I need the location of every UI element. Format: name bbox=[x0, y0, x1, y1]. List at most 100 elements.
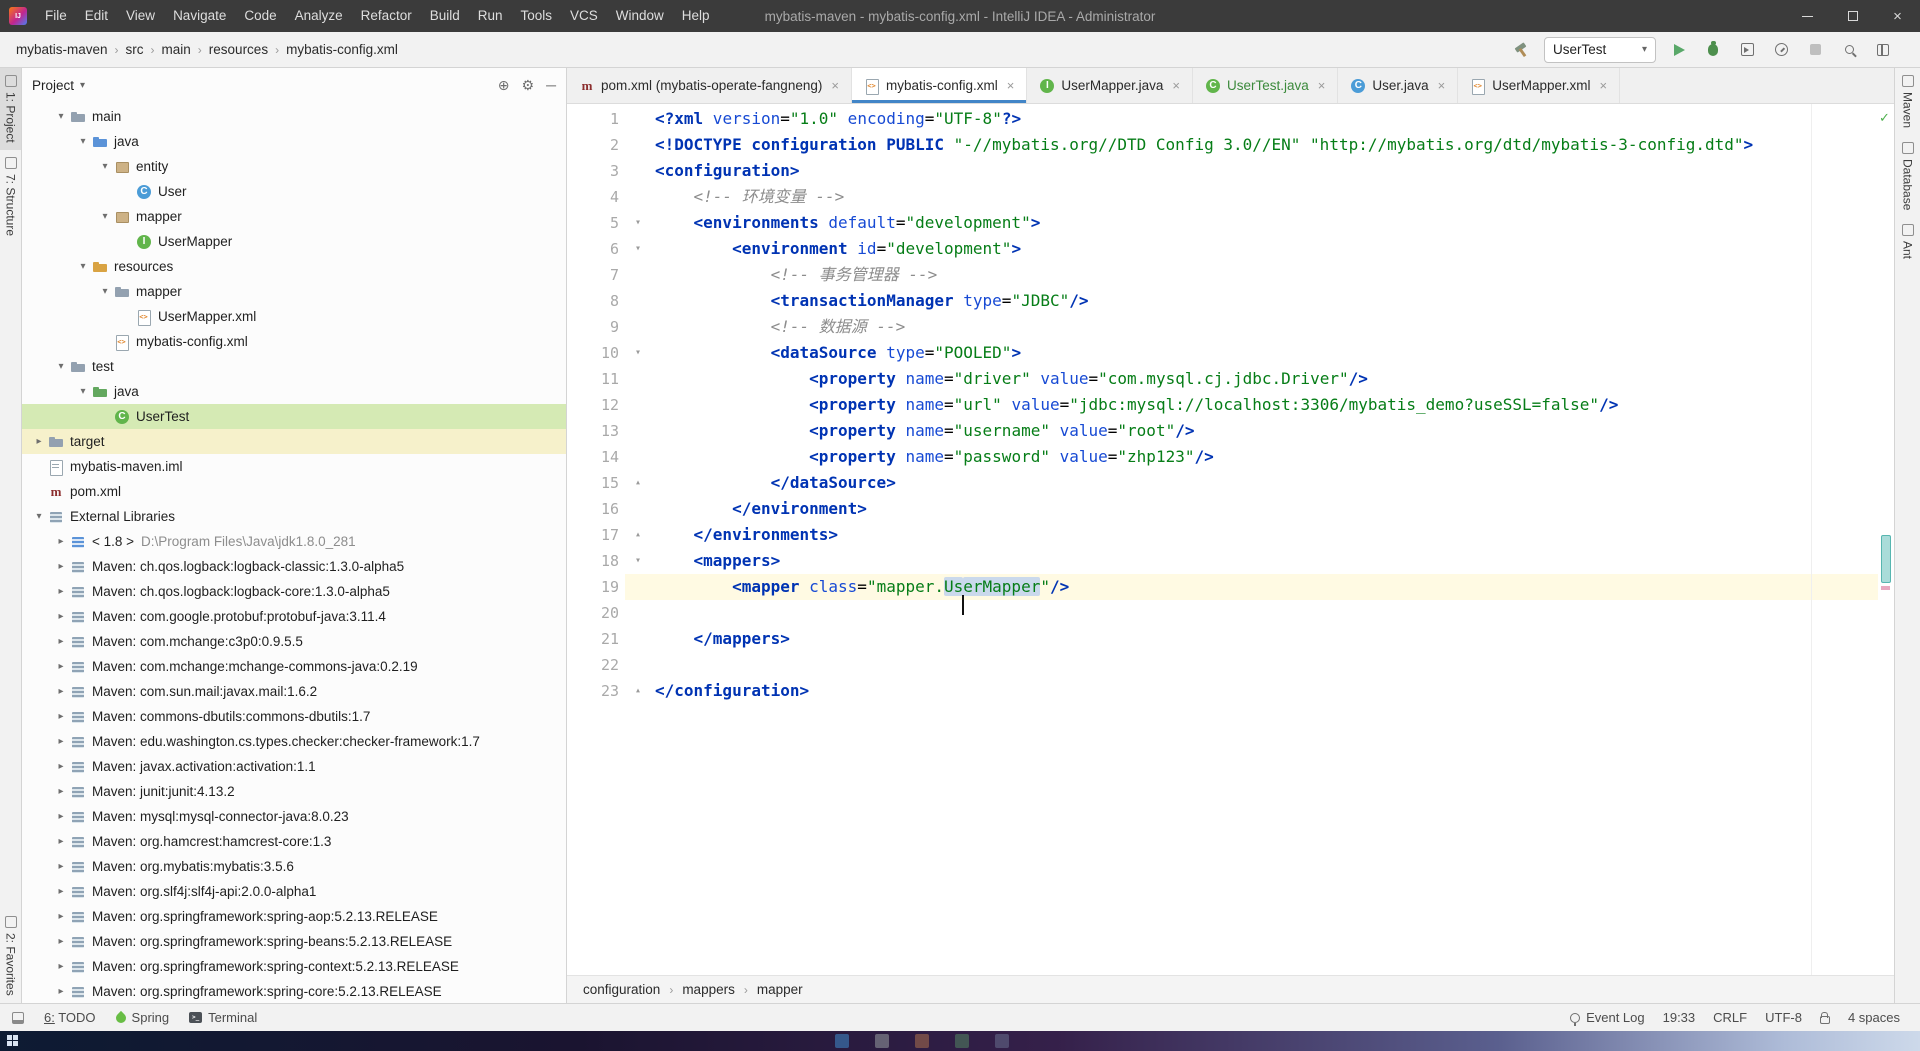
tree-item[interactable]: ▸Maven: ch.qos.logback:logback-core:1.3.… bbox=[22, 579, 566, 604]
menu-help[interactable]: Help bbox=[673, 0, 719, 32]
code-line[interactable]: 5▾ <environments default="development"> bbox=[567, 210, 1878, 236]
tree-item[interactable]: ▸Maven: com.google.protobuf:protobuf-jav… bbox=[22, 604, 566, 629]
breadcrumb-item[interactable]: src bbox=[126, 42, 144, 57]
tree-item[interactable]: ▸Maven: org.springframework:spring-beans… bbox=[22, 929, 566, 954]
tree-item[interactable]: ▸Maven: com.mchange:c3p0:0.9.5.5 bbox=[22, 629, 566, 654]
code-line[interactable]: 18▾ <mappers> bbox=[567, 548, 1878, 574]
close-tab-icon[interactable]: × bbox=[1007, 78, 1015, 93]
breadcrumb-item[interactable]: main bbox=[162, 42, 191, 57]
start-button[interactable] bbox=[7, 1035, 18, 1046]
menu-edit[interactable]: Edit bbox=[76, 0, 117, 32]
tree-expand-icon[interactable]: ▸ bbox=[52, 586, 70, 597]
stripe-mark-pink[interactable] bbox=[1881, 586, 1890, 590]
code-line[interactable]: 14 <property name="password" value="zhp1… bbox=[567, 444, 1878, 470]
tree-collapse-icon[interactable]: ▾ bbox=[96, 286, 114, 297]
taskbar-icon[interactable] bbox=[835, 1034, 849, 1048]
editor-tab[interactable]: User.java× bbox=[1338, 68, 1458, 103]
tree-item[interactable]: ▸Maven: org.springframework:spring-conte… bbox=[22, 954, 566, 979]
tree-expand-icon[interactable]: ▸ bbox=[30, 436, 48, 447]
code-line[interactable]: 17▴ </environments> bbox=[567, 522, 1878, 548]
editor-tab[interactable]: UserMapper.xml× bbox=[1458, 68, 1620, 103]
fold-marker-icon[interactable]: ▴ bbox=[625, 522, 651, 548]
menu-vcs[interactable]: VCS bbox=[561, 0, 607, 32]
code-line[interactable]: 8 <transactionManager type="JDBC"/> bbox=[567, 288, 1878, 314]
run-config-selector[interactable]: UserTest ▾ bbox=[1544, 37, 1656, 63]
tree-item[interactable]: pom.xml bbox=[22, 479, 566, 504]
tree-item[interactable]: ▸Maven: org.mybatis:mybatis:3.5.6 bbox=[22, 854, 566, 879]
code-line[interactable]: 2<!DOCTYPE configuration PUBLIC "-//myba… bbox=[567, 132, 1878, 158]
tree-item[interactable]: ▾test bbox=[22, 354, 566, 379]
tree-item[interactable]: mybatis-maven.iml bbox=[22, 454, 566, 479]
todo-tab[interactable]: 6: TODO bbox=[44, 1010, 96, 1025]
search-everywhere-button[interactable] bbox=[1838, 39, 1860, 61]
spring-tab[interactable]: Spring bbox=[116, 1010, 170, 1025]
close-tab-icon[interactable]: × bbox=[1318, 78, 1326, 93]
menu-analyze[interactable]: Analyze bbox=[286, 0, 352, 32]
code-area[interactable]: 1<?xml version="1.0" encoding="UTF-8"?>2… bbox=[567, 104, 1878, 975]
taskbar-icon[interactable] bbox=[955, 1034, 969, 1048]
code-line[interactable]: 9 <!-- 数据源 --> bbox=[567, 314, 1878, 340]
editor-tab[interactable]: mybatis-config.xml× bbox=[852, 68, 1027, 103]
tool-stripe-button-2-favorites[interactable]: 2: Favorites bbox=[0, 909, 21, 1003]
locate-file-icon[interactable]: ⊕ bbox=[498, 77, 510, 94]
line-ending-selector[interactable]: CRLF bbox=[1713, 1010, 1747, 1025]
tree-item[interactable]: ▾resources bbox=[22, 254, 566, 279]
tree-item[interactable]: ▸Maven: org.springframework:spring-core:… bbox=[22, 979, 566, 1003]
tree-item[interactable]: User bbox=[22, 179, 566, 204]
tree-item[interactable]: ▸Maven: junit:junit:4.13.2 bbox=[22, 779, 566, 804]
close-tab-icon[interactable]: × bbox=[1600, 78, 1608, 93]
menu-view[interactable]: View bbox=[117, 0, 164, 32]
tree-collapse-icon[interactable]: ▾ bbox=[52, 361, 70, 372]
tree-expand-icon[interactable]: ▸ bbox=[52, 561, 70, 572]
tree-item[interactable]: ▸Maven: javax.activation:activation:1.1 bbox=[22, 754, 566, 779]
editor-breadcrumb-item[interactable]: configuration bbox=[583, 982, 660, 997]
code-line[interactable]: 11 <property name="driver" value="com.my… bbox=[567, 366, 1878, 392]
code-line[interactable]: 20 bbox=[567, 600, 1878, 626]
tree-expand-icon[interactable]: ▸ bbox=[52, 786, 70, 797]
tree-item[interactable]: ▾java bbox=[22, 379, 566, 404]
breadcrumb-item[interactable]: mybatis-config.xml bbox=[286, 42, 398, 57]
close-tab-icon[interactable]: × bbox=[1438, 78, 1446, 93]
code-line[interactable]: 10▾ <dataSource type="POOLED"> bbox=[567, 340, 1878, 366]
menu-refactor[interactable]: Refactor bbox=[352, 0, 421, 32]
readonly-toggle[interactable] bbox=[1820, 1011, 1830, 1024]
close-tab-icon[interactable]: × bbox=[831, 78, 839, 93]
code-line[interactable]: 13 <property name="username" value="root… bbox=[567, 418, 1878, 444]
tree-item[interactable]: ▸Maven: org.hamcrest:hamcrest-core:1.3 bbox=[22, 829, 566, 854]
breadcrumb-item[interactable]: mybatis-maven bbox=[16, 42, 108, 57]
fold-marker-icon[interactable]: ▾ bbox=[625, 548, 651, 574]
menu-navigate[interactable]: Navigate bbox=[164, 0, 235, 32]
tool-stripe-button-database[interactable]: Database bbox=[1895, 135, 1920, 217]
tree-collapse-icon[interactable]: ▾ bbox=[74, 386, 92, 397]
hide-panel-icon[interactable]: ─ bbox=[546, 77, 556, 93]
stripe-mark-teal[interactable] bbox=[1881, 535, 1891, 583]
close-tab-icon[interactable]: × bbox=[1172, 78, 1180, 93]
tree-item[interactable]: ▸Maven: mysql:mysql-connector-java:8.0.2… bbox=[22, 804, 566, 829]
code-line[interactable]: 16 </environment> bbox=[567, 496, 1878, 522]
debug-button[interactable] bbox=[1702, 39, 1724, 61]
run-button[interactable] bbox=[1668, 39, 1690, 61]
chevron-down-icon[interactable]: ▾ bbox=[80, 80, 85, 91]
tree-item[interactable]: ▾entity bbox=[22, 154, 566, 179]
tool-stripe-button-7-structure[interactable]: 7: Structure bbox=[0, 150, 21, 243]
taskbar-icon[interactable] bbox=[915, 1034, 929, 1048]
maximize-button[interactable] bbox=[1830, 0, 1875, 32]
tree-item[interactable]: UserMapper bbox=[22, 229, 566, 254]
tree-collapse-icon[interactable]: ▾ bbox=[74, 136, 92, 147]
tree-item[interactable]: ▸Maven: commons-dbutils:commons-dbutils:… bbox=[22, 704, 566, 729]
tree-expand-icon[interactable]: ▸ bbox=[52, 636, 70, 647]
editor-tab[interactable]: UserMapper.java× bbox=[1027, 68, 1193, 103]
taskbar-icon[interactable] bbox=[995, 1034, 1009, 1048]
tree-expand-icon[interactable]: ▸ bbox=[52, 886, 70, 897]
terminal-tab[interactable]: >_Terminal bbox=[189, 1010, 257, 1025]
editor-breadcrumb-item[interactable]: mapper bbox=[757, 982, 803, 997]
editor-tab[interactable]: UserTest.java× bbox=[1193, 68, 1338, 103]
tree-expand-icon[interactable]: ▸ bbox=[52, 611, 70, 622]
tree-collapse-icon[interactable]: ▾ bbox=[96, 211, 114, 222]
tool-stripe-button-maven[interactable]: Maven bbox=[1895, 68, 1920, 135]
editor-breadcrumb-item[interactable]: mappers bbox=[682, 982, 735, 997]
code-line[interactable]: 22 bbox=[567, 652, 1878, 678]
tree-item[interactable]: ▾main bbox=[22, 104, 566, 129]
menu-window[interactable]: Window bbox=[607, 0, 673, 32]
tree-item[interactable]: ▸Maven: org.springframework:spring-aop:5… bbox=[22, 904, 566, 929]
